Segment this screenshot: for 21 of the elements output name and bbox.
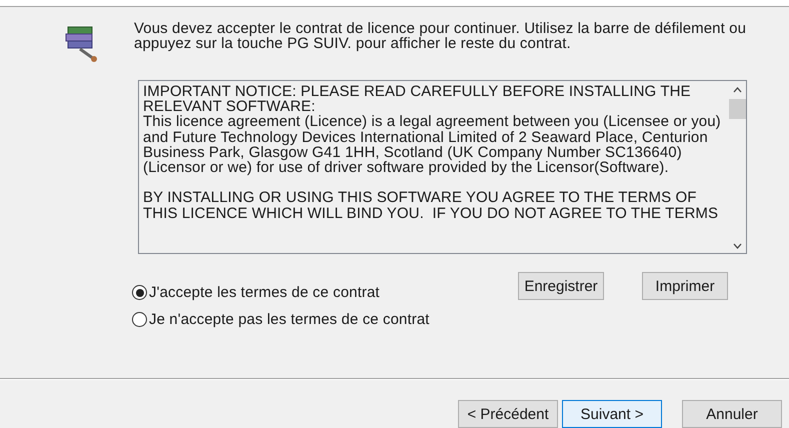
dialog-button[interactable]: Imprimer xyxy=(642,272,728,300)
radio-button[interactable] xyxy=(132,312,147,327)
scroll-thumb[interactable] xyxy=(729,99,746,119)
scroll-down-icon[interactable] xyxy=(733,243,742,249)
nav-button[interactable]: Annuler xyxy=(682,400,782,428)
dialog-button[interactable]: Enregistrer xyxy=(518,272,604,300)
license-text-line: BY INSTALLING OR USING THIS SOFTWARE YOU AGREE TO THE TERMS OF xyxy=(143,189,697,206)
nav-button[interactable]: Suivant > xyxy=(562,400,662,428)
nav-button[interactable]: < Précédent xyxy=(458,400,558,428)
license-text-line: RELEVANT SOFTWARE: xyxy=(143,98,316,116)
license-text-line: This licence agreement (Licence) is a legal agreement between you (Licensee or you) xyxy=(143,113,721,130)
license-text-line: Business Park, Glasgow G41 1HH, Scotland (UK Company Number SC136640) xyxy=(143,144,682,161)
radio-label[interactable]: Je n'accepte pas les termes de ce contrat xyxy=(149,311,430,328)
license-text-line: and Future Technology Devices International Limited of 2 Seaward Place, Centurion xyxy=(143,128,708,146)
radio-button[interactable] xyxy=(132,285,147,300)
instruction-text: Vous devez accepter le contrat de licence pour continuer. Utilisez la barre de défilement ou appuyez sur la touche PG SUIV. pour afficher le reste du contrat. xyxy=(134,21,748,51)
scroll-up-icon[interactable] xyxy=(733,87,742,93)
license-text-line: THIS LICENCE WHICH WILL BIND YOU. IF YOU DO NOT AGREE TO THE TERMS xyxy=(143,204,718,222)
radio-label[interactable]: J'accepte les termes de ce contrat xyxy=(149,284,380,301)
license-text-line: IMPORTANT NOTICE: PLEASE READ CAREFULLY BEFORE INSTALLING THE xyxy=(143,83,691,100)
license-text-area[interactable] xyxy=(138,80,747,254)
